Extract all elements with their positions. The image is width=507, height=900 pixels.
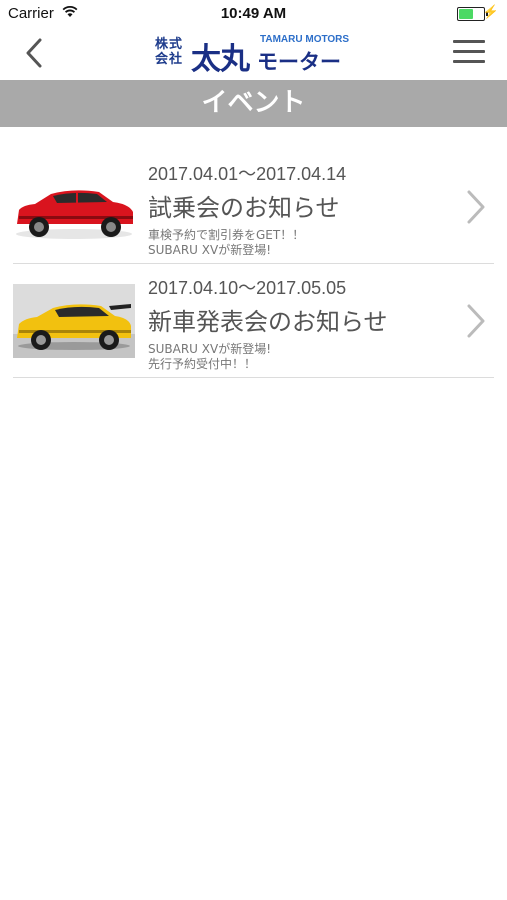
event-description: 車検予約で割引券をGET！！ SUBARU XVが新登場! <box>148 228 305 257</box>
event-title: 新車発表会のお知らせ <box>148 308 388 336</box>
hamburger-menu-icon <box>453 40 485 63</box>
back-button[interactable] <box>20 36 50 70</box>
clock: 10:49 AM <box>220 5 287 22</box>
event-date: 2017.04.01～2017.04.14 <box>148 164 347 184</box>
logo-brand-english: TAMARU MOTORS <box>260 34 350 45</box>
event-date: 2017.04.10～2017.05.05 <box>148 278 347 298</box>
event-thumbnail-yellow-car <box>13 284 135 358</box>
menu-button[interactable] <box>453 40 485 66</box>
event-item[interactable]: 2017.04.01～2017.04.14 試乗会のお知らせ 車検予約で割引券を… <box>0 150 507 264</box>
battery-icon <box>457 7 488 21</box>
event-description: SUBARU XVが新登場! 先行予約受付中！！ <box>148 342 272 371</box>
logo-brand-kanji: 太丸 <box>191 42 250 77</box>
status-bar: Carrier 10:49 AM ⚡ <box>0 0 507 28</box>
event-thumbnail-red-car <box>13 172 135 246</box>
event-list: 2017.04.01～2017.04.14 試乗会のお知らせ 車検予約で割引券を… <box>0 150 507 378</box>
event-title: 試乗会のお知らせ <box>148 194 340 222</box>
event-item[interactable]: 2017.04.10～2017.05.05 新車発表会のお知らせ SUBARU … <box>0 264 507 378</box>
chevron-right-icon <box>465 302 487 340</box>
section-title: イベント <box>0 80 507 127</box>
divider <box>13 377 494 378</box>
charging-bolt-icon: ⚡ <box>482 4 499 19</box>
navigation-bar: 株式 会社 太丸 TAMARU MOTORS モータース <box>0 28 507 104</box>
company-logo: 株式 会社 太丸 TAMARU MOTORS モータース <box>155 32 360 104</box>
logo-kabushiki: 株式 会社 <box>155 37 184 67</box>
chevron-left-icon <box>26 38 42 68</box>
chevron-right-icon <box>465 188 487 226</box>
